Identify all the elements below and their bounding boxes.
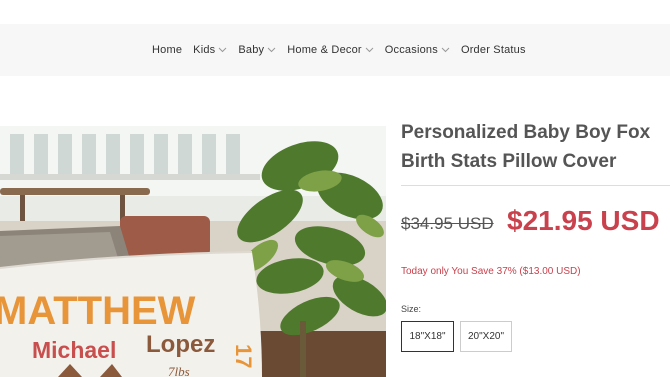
nav-item-order-status[interactable]: Order Status xyxy=(461,44,526,56)
nav-item-label: Home xyxy=(152,44,183,56)
size-label: Size: xyxy=(401,304,422,314)
title-divider xyxy=(401,185,670,186)
pillow-name-line2-first: Michael xyxy=(32,337,116,363)
product-photo: MATTHEW Michael Lopez 7lbs 17 xyxy=(0,126,386,377)
nav-item-label: Home & Decor xyxy=(287,44,362,56)
product-title: Personalized Baby Boy Fox Birth Stats Pi… xyxy=(401,122,651,172)
chevron-down-icon xyxy=(267,47,276,53)
nav-item-baby[interactable]: Baby xyxy=(238,44,276,56)
chevron-down-icon xyxy=(365,47,374,53)
pillow-name-line2-last: Lopez xyxy=(146,331,215,358)
pillow-side-number: 17 xyxy=(231,344,256,368)
chevron-down-icon xyxy=(219,47,227,53)
top-strip xyxy=(0,0,670,24)
savings-text: Today only You Save 37% ($13.00 USD) xyxy=(401,266,581,277)
size-option-18x18[interactable]: 18"X18" xyxy=(401,321,454,352)
nav-item-occasions[interactable]: Occasions xyxy=(385,44,450,56)
nav-item-label: Order Status xyxy=(460,44,526,56)
chevron-down-icon xyxy=(441,47,450,53)
nav-item-label: Baby xyxy=(238,44,265,56)
product-image[interactable]: MATTHEW Michael Lopez 7lbs 17 xyxy=(0,126,386,377)
pillow-weight: 7lbs xyxy=(168,364,190,377)
nav-item-home-decor[interactable]: Home & Decor xyxy=(287,44,374,56)
nav-item-label: Occasions xyxy=(384,44,438,56)
pillow-name-line1: MATTHEW xyxy=(0,289,196,333)
nav-list: Home Kids Baby Home & Decor Occasions Or… xyxy=(152,24,526,76)
sale-price: $21.95 USD xyxy=(507,205,660,236)
size-option-20x20[interactable]: 20"X20" xyxy=(460,321,512,352)
nav-item-label: Kids xyxy=(193,44,216,56)
compare-price: $34.95 USD xyxy=(401,214,494,233)
nav-item-kids[interactable]: Kids xyxy=(193,44,227,56)
nav-item-home[interactable]: Home xyxy=(152,44,182,56)
main-nav: Home Kids Baby Home & Decor Occasions Or… xyxy=(0,24,670,76)
